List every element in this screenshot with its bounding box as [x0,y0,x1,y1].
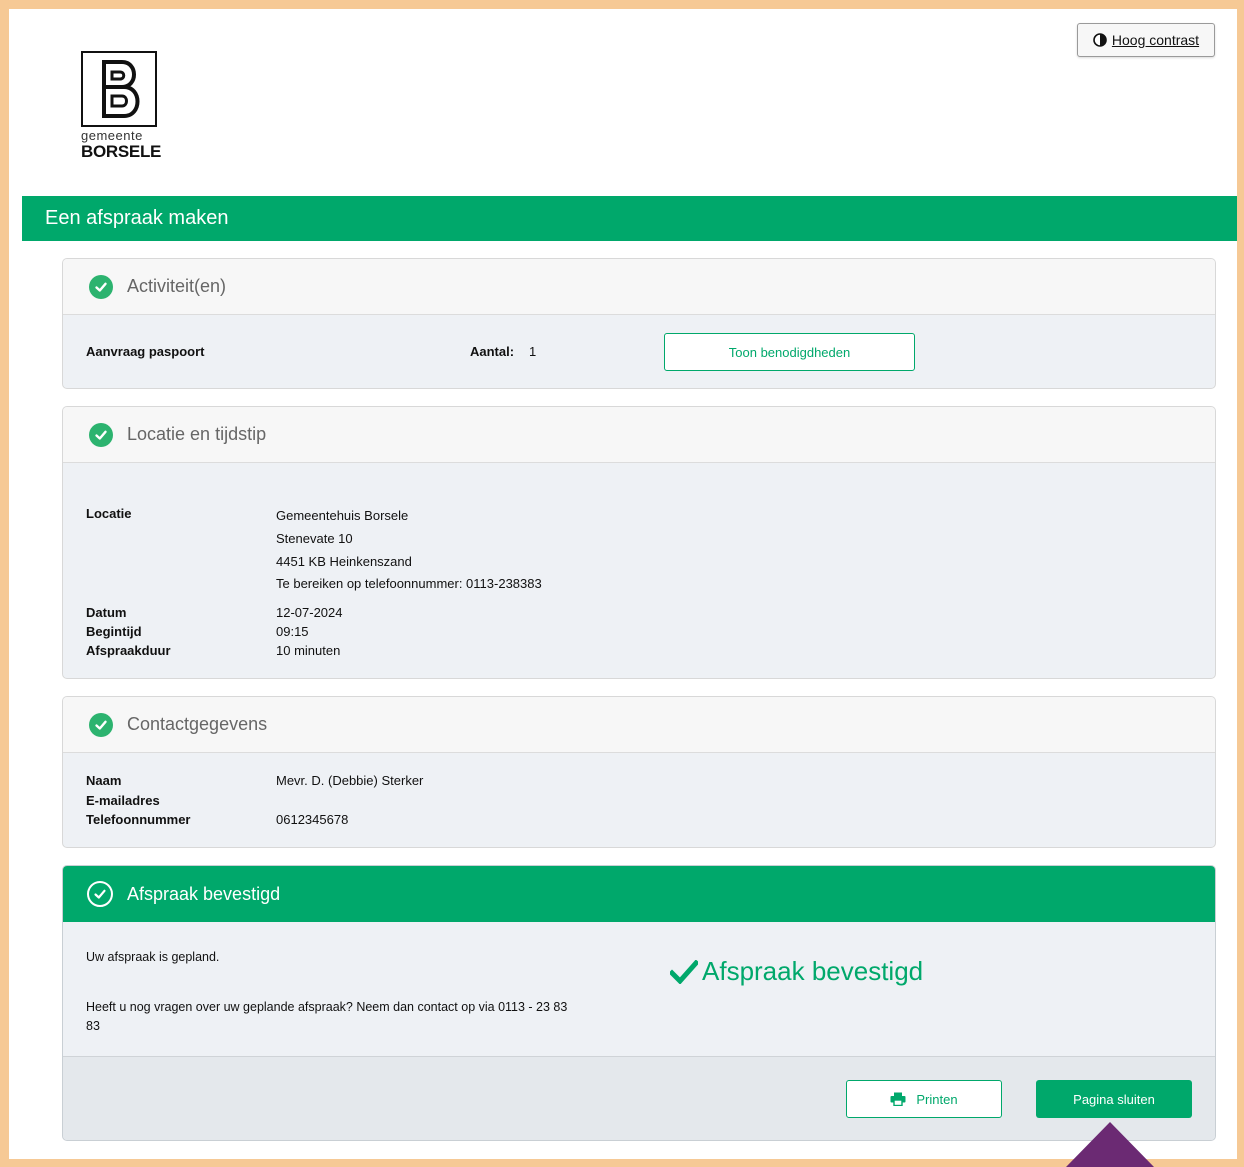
questions-text: Heeft u nog vragen over uw geplande afsp… [86,1000,568,1014]
show-requirements-button[interactable]: Toon benodigdheden [664,333,915,371]
close-page-label: Pagina sluiten [1073,1091,1155,1107]
duration-value: 10 minuten [276,643,341,658]
location-header: Locatie en tijdstip [63,407,1215,463]
activities-header: Activiteit(en) [63,259,1215,315]
check-circle-icon [89,274,113,299]
address-line: Stenevate 10 [276,531,353,546]
date-value: 12-07-2024 [276,605,343,620]
planned-text: Uw afspraak is gepland. [86,950,220,964]
contact-header: Contactgegevens [63,697,1215,753]
activities-panel: Activiteit(en) Aanvraag paspoort Aantal:… [62,258,1216,389]
high-contrast-label: Hoog contrast [1111,32,1200,48]
contact-panel: Contactgegevens Naam Mevr. D. (Debbie) S… [62,696,1216,848]
date-label: Datum [86,605,127,620]
name-value: Mevr. D. (Debbie) Sterker [276,773,424,788]
activity-name: Aanvraag paspoort [86,344,205,359]
address-line: Gemeentehuis Borsele [276,508,409,523]
logo-subtitle: gemeente [81,128,143,143]
location-title: Locatie en tijdstip [127,424,267,444]
location-label: Locatie [86,506,132,521]
count-value: 1 [529,344,537,359]
logo-emblem [81,51,157,127]
confirmation-header: Afspraak bevestigd [63,866,1215,922]
logo-name: BORSELE [81,142,162,161]
email-label: E-mailadres [86,793,160,808]
name-label: Naam [86,773,122,788]
duration-label: Afspraakduur [86,643,171,658]
print-button[interactable]: Printen [846,1080,1002,1118]
confirmed-badge: Afspraak bevestigd [670,956,923,987]
high-contrast-button[interactable]: Hoog contrast [1077,23,1215,57]
logo-b-mark [102,60,140,118]
confirmed-badge-label: Afspraak bevestigd [702,956,924,986]
start-time-value: 09:15 [276,624,309,639]
check-circle-icon [89,422,113,447]
phone-label: Telefoonnummer [86,812,191,827]
count-label: Aantal: [470,344,515,359]
address-line: 4451 KB Heinkenszand [276,554,412,569]
page-title: Een afspraak maken [45,207,229,229]
check-circle-icon [89,712,113,737]
show-requirements-label: Toon benodigdheden [728,344,851,360]
address-line: Te bereiken op telefoonnummer: 0113-2383… [276,576,542,591]
print-label: Printen [916,1091,958,1107]
contact-title: Contactgegevens [127,714,268,734]
activities-title: Activiteit(en) [127,276,227,296]
municipality-logo: gemeente BORSELE [81,51,171,171]
annotation-arrow [1066,1122,1154,1167]
check-circle-icon [87,881,113,907]
location-panel: Locatie en tijdstip Locatie Gemeentehuis… [62,406,1216,679]
contrast-icon [1093,33,1107,47]
printer-icon [890,1092,906,1106]
confirmation-title: Afspraak bevestigd [127,883,281,904]
confirmation-panel: Afspraak bevestigd Uw afspraak is geplan… [62,865,1216,1141]
phone-value: 0612345678 [276,812,349,827]
questions-text-cont: 83 [86,1019,100,1033]
close-page-button[interactable]: Pagina sluiten [1036,1080,1192,1118]
start-time-label: Begintijd [86,624,142,639]
action-bar: Printen Pagina sluiten [63,1056,1215,1140]
page-title-bar: Een afspraak maken [22,196,1237,241]
browser-page: Hoog contrast gemeente BORSELE Een afspr… [9,9,1237,1159]
checkmark-icon [670,959,698,984]
